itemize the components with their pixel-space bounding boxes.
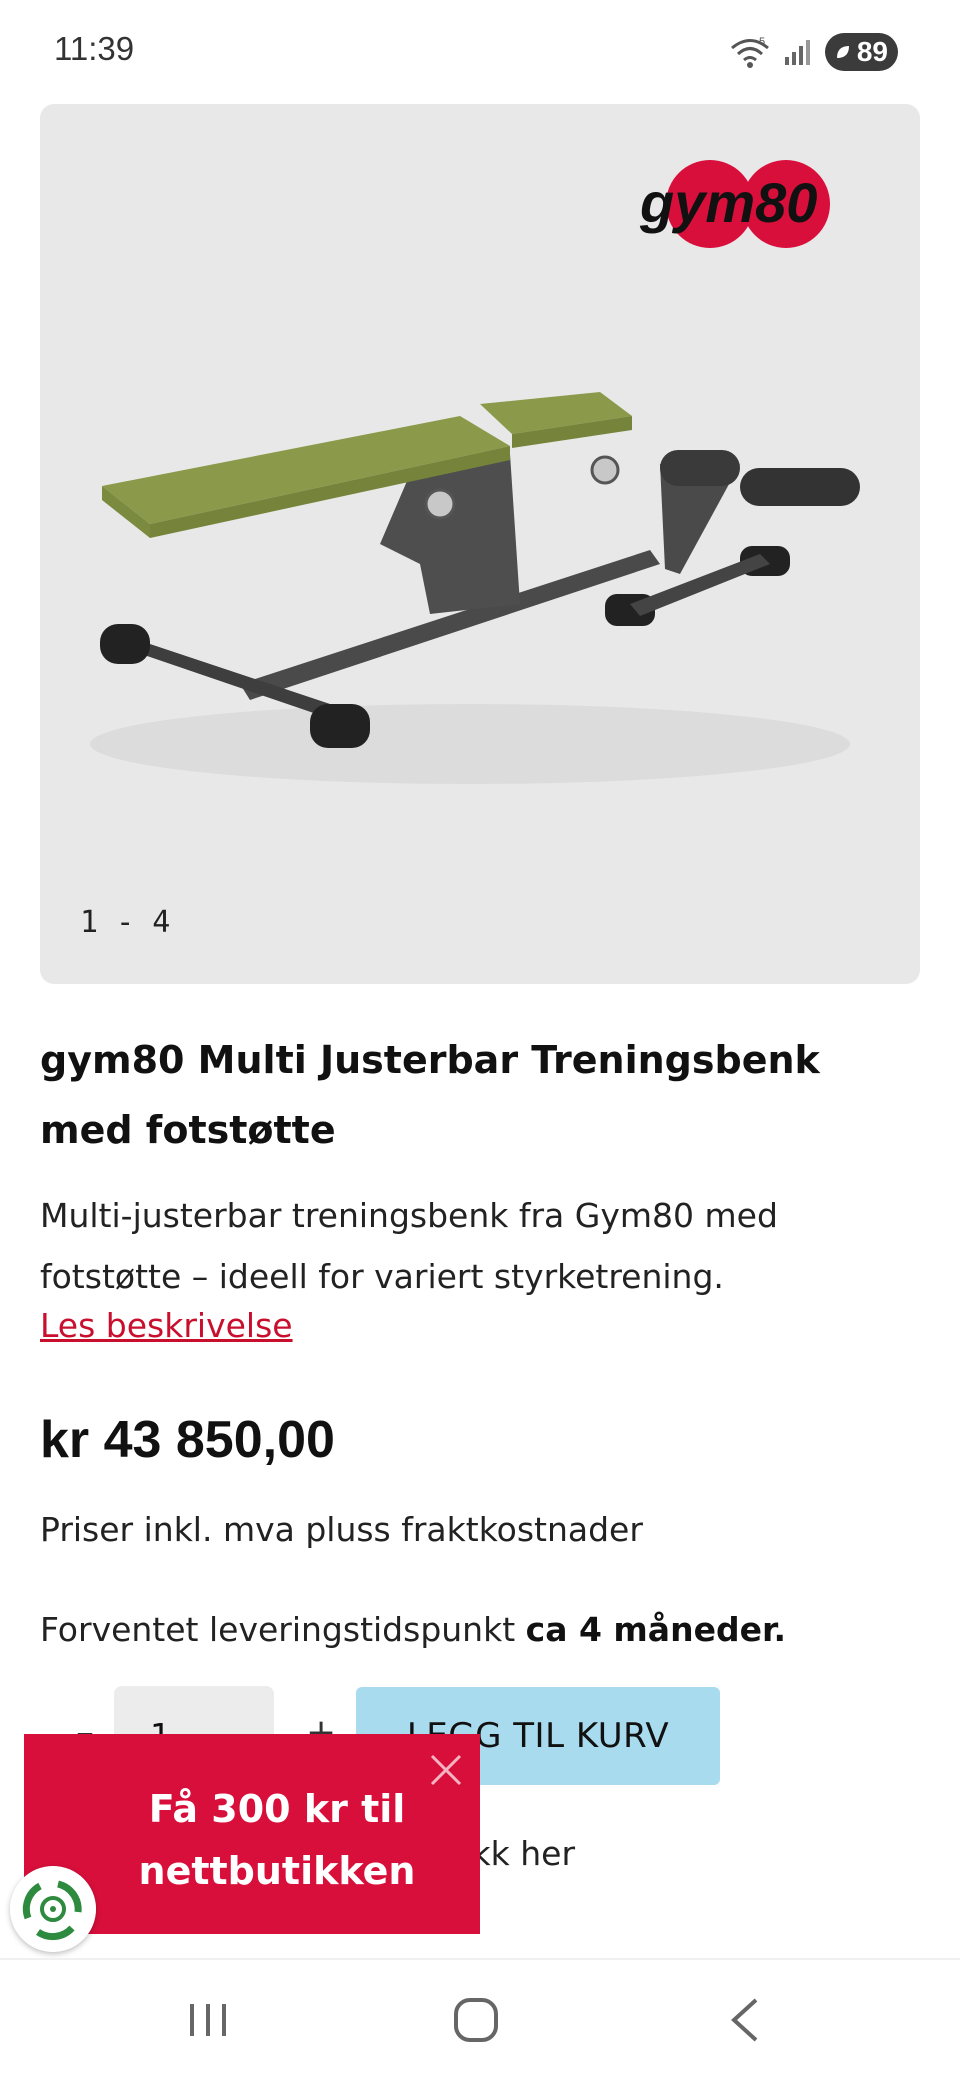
home-icon[interactable] (446, 1990, 506, 2050)
status-time: 11:39 (54, 30, 135, 67)
promo-text: Få 300 kr til nettbutikken (138, 1787, 416, 1893)
wifi-label: 5 (759, 36, 765, 48)
back-icon[interactable] (716, 1990, 776, 2050)
battery-indicator: 89 (824, 33, 898, 71)
read-description-link[interactable]: Les beskrivelse (40, 1306, 293, 1345)
gym80-logo: gym80 (639, 160, 830, 248)
gym80-logo-text: gym80 (639, 171, 817, 234)
delivery-value: ca 4 måneder. (525, 1610, 787, 1649)
recent-apps-icon[interactable] (178, 1990, 238, 2050)
product-image: gym80 1 - 4 (80, 160, 860, 940)
battery-level: 89 (856, 36, 888, 67)
product-description: Multi-justerbar treningsbenk fra Gym80 m… (40, 1196, 778, 1296)
close-icon[interactable] (428, 1752, 464, 1788)
vat-note: Priser inkl. mva pluss fraktkostnader (40, 1510, 643, 1549)
status-bar: 11:39 5 89 (0, 0, 960, 104)
wifi-icon: 5 (730, 36, 769, 68)
product-image-gallery[interactable]: gym80 1 - 4 (40, 104, 920, 984)
status-icons: 5 89 (729, 32, 898, 72)
delivery-estimate: Forventet leveringstidspunkt ca 4 månede… (40, 1610, 786, 1649)
system-navigation-bar (0, 1960, 960, 2080)
delivery-prefix: Forventet leveringstidspunkt (40, 1610, 516, 1649)
gallery-counter: 1 - 4 (80, 905, 170, 940)
loyalty-badge-icon[interactable] (10, 1866, 96, 1952)
signal-icon (784, 40, 810, 65)
battery-saver-icon (836, 46, 849, 58)
product-price: kr 43 850,00 (40, 1411, 335, 1469)
product-title: gym80 Multi Justerbar Treningsbenk med f… (40, 1038, 820, 1152)
